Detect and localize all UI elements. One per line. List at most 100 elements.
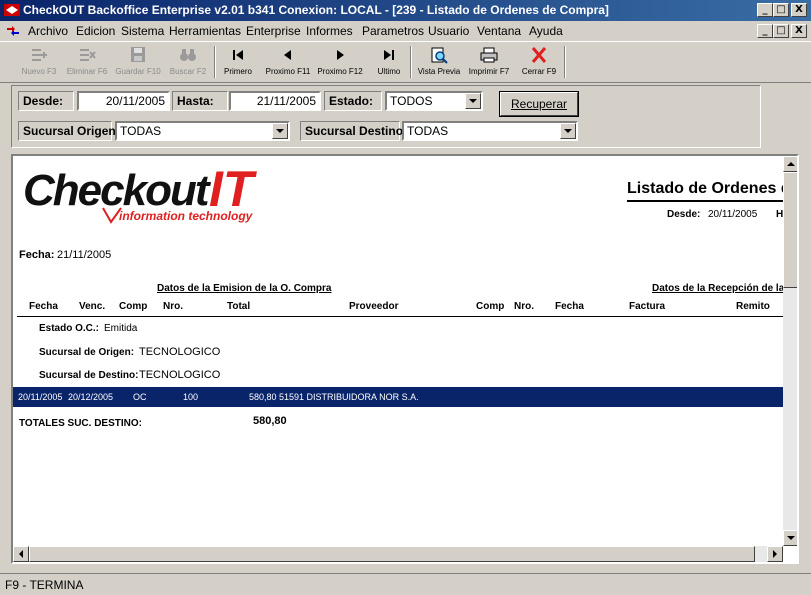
estado-selected-value: TODOS [390, 94, 433, 108]
eliminar-button[interactable]: Eliminar F6 [64, 44, 110, 80]
new-record-icon [32, 49, 47, 61]
sucursal-destino-report-label: Sucursal de Destino: [39, 370, 139, 381]
status-text: F9 - TERMINA [5, 578, 84, 592]
app-icon [4, 4, 20, 16]
menu-herramientas[interactable]: Herramientas [169, 24, 241, 38]
first-record-icon [233, 50, 243, 60]
minimize-button[interactable]: _ [757, 3, 773, 17]
binoculars-icon [180, 49, 196, 61]
hasta-input[interactable]: 21/11/2005 [229, 91, 321, 111]
menu-bar: Archivo Edicion Sistema Herramientas Ent… [0, 21, 811, 41]
scroll-down-button[interactable] [783, 530, 797, 546]
toolbar: Nuevo F3 Eliminar F6 Guardar F10 Buscar … [0, 41, 811, 83]
imprimir-label: Imprimir F7 [468, 67, 510, 76]
anterior-button[interactable]: Proximo F11 [262, 44, 314, 80]
menu-sistema[interactable]: Sistema [121, 24, 164, 38]
menu-parametros[interactable]: Parametros [362, 24, 424, 38]
vertical-scroll-thumb[interactable] [783, 172, 797, 288]
recuperar-button[interactable]: Recuperar [499, 91, 579, 117]
menu-archivo[interactable]: Archivo [28, 24, 68, 38]
logo-tagline: information technology [119, 209, 253, 223]
row-fecha: 20/11/2005 [18, 392, 63, 402]
menu-usuario[interactable]: Usuario [428, 24, 469, 38]
sucursal-destino-value: TODAS [407, 124, 449, 138]
hasta-label: Hasta: [172, 91, 228, 111]
guardar-label: Guardar F10 [115, 67, 161, 76]
guardar-button[interactable]: Guardar F10 [114, 44, 162, 80]
estado-dropdown-icon[interactable] [465, 93, 481, 109]
down-arrow-icon [787, 536, 795, 540]
delete-record-icon [80, 49, 96, 61]
primero-button[interactable]: Primero [219, 44, 257, 80]
eliminar-label: Eliminar F6 [66, 67, 108, 76]
left-arrow-icon [19, 550, 23, 558]
menu-informes[interactable]: Informes [306, 24, 353, 38]
sucursal-origen-report-label: Sucursal de Origen: [39, 347, 135, 358]
mdi-child-icon[interactable] [6, 25, 20, 37]
scroll-up-button[interactable] [783, 156, 797, 172]
mdi-minimize-button[interactable]: _ [757, 24, 773, 38]
menu-enterprise[interactable]: Enterprise [246, 24, 301, 38]
sucursal-origen-dropdown-icon[interactable] [272, 123, 288, 139]
buscar-button[interactable]: Buscar F2 [166, 44, 210, 80]
proximo-f12-label: Proximo F12 [317, 67, 363, 76]
sucursal-origen-label: Sucursal Origen: [18, 121, 120, 141]
buscar-label: Buscar F2 [169, 67, 207, 76]
report-desde-label: Desde: [667, 209, 701, 220]
col-remito: Remito [736, 301, 770, 312]
col-comp: Comp [119, 301, 148, 312]
col-proveedor: Proveedor [349, 301, 399, 312]
primero-label: Primero [223, 67, 252, 76]
cerrar-button[interactable]: Cerrar F9 [518, 44, 560, 80]
maximize-button[interactable]: □ [773, 3, 789, 17]
row-total-proveedor: 580,80 51591 DISTRIBUIDORA NOR S.A. [249, 392, 419, 402]
toolbar-separator [564, 46, 566, 78]
sucursal-destino-select[interactable]: TODAS [402, 121, 578, 141]
col-nro: Nro. [163, 301, 183, 312]
horizontal-scrollbar[interactable] [13, 546, 783, 562]
ultimo-button[interactable]: Ultimo [370, 44, 408, 80]
next-record-icon [337, 50, 344, 60]
title-bar[interactable]: CheckOUT Backoffice Enterprise v2.01 b34… [0, 0, 811, 21]
report-preview[interactable]: Checkout IT information technology Lista… [11, 154, 799, 564]
vista-previa-button[interactable]: Vista Previa [414, 44, 464, 80]
sucursal-destino-dropdown-icon[interactable] [560, 123, 576, 139]
vertical-scrollbar[interactable] [783, 156, 797, 546]
desde-input[interactable]: 20/11/2005 [77, 91, 170, 111]
nuevo-button[interactable]: Nuevo F3 [18, 44, 60, 80]
close-button[interactable]: X [791, 3, 807, 17]
sucursal-origen-select[interactable]: TODAS [115, 121, 290, 141]
table-row[interactable]: 20/11/2005 20/12/2005 OC 100 580,80 5159… [13, 387, 783, 407]
close-x-icon [531, 47, 547, 63]
menu-edicion[interactable]: Edicion [76, 24, 115, 38]
title-underline [627, 200, 797, 202]
report-fecha-label: Fecha: [19, 249, 55, 261]
report-desde-value: 20/11/2005 [708, 209, 758, 220]
scroll-right-button[interactable] [767, 546, 783, 562]
sucursal-origen-value: TODAS [120, 124, 162, 138]
cerrar-label: Cerrar F9 [521, 67, 557, 76]
proximo-button[interactable]: Proximo F12 [314, 44, 366, 80]
col-factura: Factura [629, 301, 666, 312]
col-fecha-recepcion: Fecha [555, 301, 584, 312]
sucursal-destino-report-value: TECNOLOGICO [139, 369, 221, 381]
scroll-left-button[interactable] [13, 546, 29, 562]
proximo-f11-label: Proximo F11 [265, 67, 311, 76]
mdi-close-button[interactable]: X [791, 24, 807, 38]
col-fecha: Fecha [29, 301, 58, 312]
menu-ventana[interactable]: Ventana [477, 24, 521, 38]
horizontal-scroll-thumb[interactable] [29, 546, 755, 562]
sucursal-origen-report-value: TECNOLOGICO [139, 346, 221, 358]
menu-ayuda[interactable]: Ayuda [529, 24, 563, 38]
nuevo-label: Nuevo F3 [21, 67, 57, 76]
row-nro: 100 [183, 392, 199, 402]
estado-label: Estado: [324, 91, 382, 111]
totales-value: 580,80 [253, 415, 287, 427]
imprimir-button[interactable]: Imprimir F7 [466, 44, 512, 80]
section-emision-header: Datos de la Emision de la O. Compra [157, 283, 332, 294]
mdi-restore-button[interactable]: □ [773, 24, 789, 38]
col-comp-recepcion: Comp [476, 301, 505, 312]
vista-previa-label: Vista Previa [417, 67, 461, 76]
header-rule [17, 316, 787, 317]
right-arrow-icon [773, 550, 777, 558]
